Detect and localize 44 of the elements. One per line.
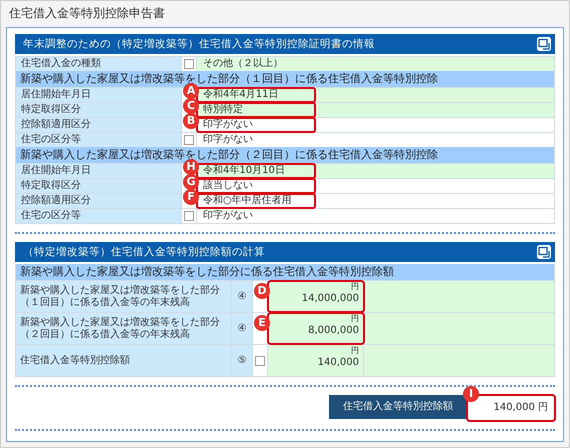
field-value: 印字がない <box>202 133 253 147</box>
unit-label: 円 <box>351 314 359 324</box>
field-label: 新築や購入した家屋又は増改築等をした部分（１回目）に係る借入金等の年末残高 <box>16 281 232 312</box>
checkbox[interactable] <box>255 356 265 366</box>
field-label: 控除額適用区分 <box>16 194 182 208</box>
field-label: 特定取得区分 <box>16 103 182 117</box>
field-label: 住宅の区分等 <box>16 133 182 147</box>
section-title: 年末調整のための（特定増改築等）住宅借入金等特別控除証明書の情報 <box>23 37 375 51</box>
field-value: 該当しない <box>197 179 315 193</box>
window-icon[interactable] <box>536 36 552 52</box>
field-value: 令和4年10月10日 <box>197 164 315 178</box>
subsection-header: 新築や購入した家屋又は増改築等をした部分（１回目）に係る住宅借入金等特別控除 <box>16 71 554 87</box>
amount-value: 8,000,000 <box>308 324 359 338</box>
field-value: 令和○年中居住者用 <box>197 194 315 208</box>
field-value: 令和4年4月11日 <box>197 88 315 102</box>
subsection-header: 新築や購入した家屋又は増改築等をした部分に係る住宅借入金等特別控除額 <box>16 264 554 280</box>
field-value: 印字がない <box>197 118 315 132</box>
section-title: （特定増改築等）住宅借入金等特別控除額の計算 <box>23 245 265 259</box>
field-label: 住宅借入金の種類 <box>16 57 182 71</box>
field-value: 印字がない <box>202 209 253 223</box>
field-label: 特定取得区分 <box>16 179 182 193</box>
item-number: ④ <box>232 281 253 312</box>
field-label: 新築や購入した家屋又は増改築等をした部分（２回目）に係る借入金等の年末残高 <box>16 313 232 344</box>
checkbox[interactable] <box>184 59 194 69</box>
item-number: ④ <box>232 313 253 344</box>
field-label: 居住開始年月日 <box>16 164 182 178</box>
unit-label: 円 <box>351 282 359 292</box>
field-value: 特別特定 <box>197 103 315 117</box>
field-label: 居住開始年月日 <box>16 88 182 102</box>
unit-label: 円 <box>351 346 359 356</box>
subsection-header: 新築や購入した家屋又は増改築等をした部分（２回目）に係る住宅借入金等特別控除 <box>16 147 554 163</box>
field-value: その他（２以上） <box>202 57 283 71</box>
callout-marker: I <box>463 386 479 402</box>
field-label: 控除額適用区分 <box>16 118 182 132</box>
field-label: 住宅借入金等特別控除額 <box>16 345 232 376</box>
field-label: 住宅の区分等 <box>16 209 182 223</box>
checkbox[interactable] <box>184 211 194 221</box>
amount-value: 140,000 <box>318 356 359 370</box>
window-icon[interactable] <box>536 244 552 260</box>
amount-value: 14,000,000 <box>302 292 359 306</box>
checkbox[interactable] <box>184 135 194 145</box>
total-label: 住宅借入金等特別控除額 <box>329 395 467 419</box>
item-number: ⑤ <box>232 345 253 376</box>
page-title: 住宅借入金等特別控除申告書 <box>8 5 166 22</box>
